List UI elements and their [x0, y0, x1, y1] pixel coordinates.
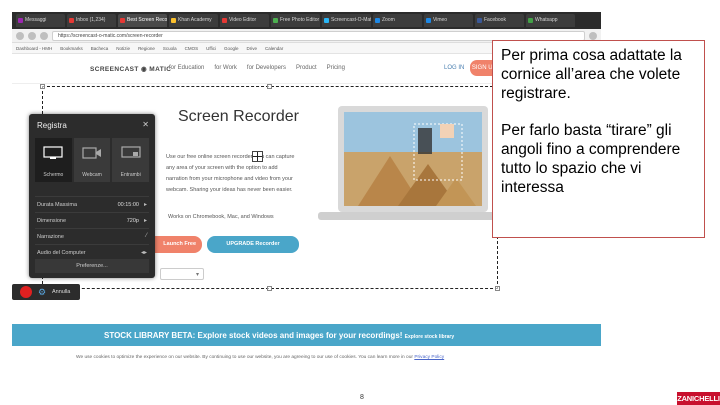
monitor-icon — [43, 146, 63, 159]
max-duration-label: Durata Massima — [37, 202, 78, 208]
webcam-icon — [82, 147, 101, 159]
recording-modes: Schermo Webcam Entrambi — [35, 138, 150, 182]
url-input[interactable]: https://screencast-o-matic.com/screen-re… — [52, 30, 585, 41]
slide: MessaggiInbox (1,234)Best Screen Recorde… — [0, 0, 720, 405]
stock-library-banner[interactable]: STOCK LIBRARY BETA: Explore stock videos… — [12, 324, 601, 346]
chevron-right-icon: ▸ — [143, 202, 147, 208]
mode-both-label: Entrambi — [120, 172, 141, 178]
bookmark-item[interactable]: Notizie — [116, 46, 130, 51]
browser-tab[interactable]: Inbox (1,234) — [67, 14, 116, 27]
instruction-step-1: Per prima cosa adattate la cornice all’a… — [501, 47, 682, 102]
bookmark-item[interactable]: Calendar — [265, 46, 283, 51]
recorder-panel: Registra ✕ Schermo Webcam Entrambi Durat… — [29, 114, 155, 278]
size-label: Dimensione — [37, 218, 67, 224]
frame-handle-bottom[interactable] — [267, 286, 272, 291]
mode-webcam-label: Webcam — [82, 172, 102, 178]
banner-text: STOCK LIBRARY BETA: Explore stock videos… — [104, 331, 454, 340]
site-nav-link[interactable]: for Education — [169, 65, 204, 71]
size-value: 720p — [126, 218, 139, 224]
narration-label: Narrazione — [37, 234, 64, 240]
narration-row[interactable]: Narrazione ⁄ — [35, 228, 149, 244]
frame-handle-br[interactable] — [495, 286, 500, 291]
bookmark-item[interactable]: CMOS — [185, 46, 199, 51]
browser-tab[interactable]: Khan Academy — [169, 14, 218, 27]
mode-webcam[interactable]: Webcam — [73, 138, 111, 182]
forward-icon[interactable] — [28, 31, 36, 40]
browser-tab[interactable]: Screencast-O-Matic — [322, 14, 371, 27]
recorder-title: Registra — [37, 121, 67, 130]
browser-tab[interactable]: Facebook — [475, 14, 524, 27]
bookmark-item[interactable]: Regione — [138, 46, 155, 51]
bookmark-item[interactable]: Google — [224, 46, 239, 51]
record-toolbar: ⚙ Annulla — [12, 284, 80, 300]
star-icon[interactable] — [589, 31, 597, 40]
banner-link[interactable]: Explore stock library — [405, 334, 454, 340]
browser-tab-bar: MessaggiInbox (1,234)Best Screen Recorde… — [12, 12, 601, 29]
preferences-button[interactable]: Preferenze... — [35, 259, 149, 273]
browser-tab[interactable]: Messaggi — [16, 14, 65, 27]
instruction-step-2: Per farlo basta “tirare” gli angoli fino… — [501, 122, 681, 196]
computer-audio-label: Audio del Computer — [37, 250, 86, 256]
bookmark-item[interactable]: Dashboard - HMH — [16, 46, 52, 51]
instruction-box: Per prima cosa adattate la cornice all’a… — [492, 40, 705, 238]
close-icon[interactable]: ✕ — [142, 120, 149, 129]
move-crosshair-icon[interactable] — [252, 151, 263, 162]
back-icon[interactable] — [16, 31, 24, 40]
reload-icon[interactable] — [40, 31, 48, 40]
browser-tab[interactable]: Zoom — [373, 14, 422, 27]
bookmark-item[interactable]: Bookmarks — [60, 46, 83, 51]
site-nav-link[interactable]: for Developers — [247, 65, 286, 71]
record-button[interactable] — [20, 286, 32, 298]
browser-tab[interactable]: Vimeo — [424, 14, 473, 27]
page-number: 8 — [360, 394, 364, 401]
gear-icon[interactable]: ⚙ — [38, 286, 46, 298]
chevron-right-icon: ▸ — [143, 218, 147, 224]
site-nav-link[interactable]: Pricing — [327, 65, 345, 71]
login-link[interactable]: LOG IN — [444, 65, 464, 71]
site-logo[interactable]: SCREENCAST ◉ MATIC — [90, 65, 171, 73]
browser-tab[interactable]: Best Screen Recorder — [118, 14, 167, 27]
microphone-icon: ⁄ — [145, 233, 147, 239]
cookie-text: We use cookies to optimize the experienc… — [76, 355, 413, 360]
bookmark-item[interactable]: Uffici — [206, 46, 216, 51]
bookmark-item[interactable]: Drive — [247, 46, 258, 51]
screen-and-webcam-icon — [121, 146, 141, 158]
site-nav-link[interactable]: for Work — [214, 65, 237, 71]
max-duration-row[interactable]: Durata Massima 00:15:00 ▸ — [35, 196, 149, 212]
bookmark-item[interactable]: Scuola — [163, 46, 177, 51]
frame-handle-tl[interactable] — [40, 84, 45, 89]
cancel-button[interactable]: Annulla — [52, 289, 70, 295]
browser-tab[interactable]: Whatsapp — [526, 14, 575, 27]
computer-audio-row[interactable]: Audio del Computer ◂▸ — [35, 244, 149, 260]
site-nav: for Education for Work for Developers Produ… — [169, 65, 345, 71]
mode-both[interactable]: Entrambi — [112, 138, 150, 182]
size-row[interactable]: Dimensione 720p ▸ — [35, 212, 149, 228]
cookie-notice: We use cookies to optimize the experienc… — [76, 355, 444, 360]
publisher-logo: ZANICHELLI — [677, 392, 720, 405]
browser-tab[interactable]: Free Photo Editor — [271, 14, 320, 27]
max-duration-value: 00:15:00 — [117, 202, 139, 208]
banner-main: STOCK LIBRARY BETA: Explore stock videos… — [104, 331, 403, 340]
speaker-icon: ◂▸ — [140, 250, 147, 256]
privacy-policy-link[interactable]: Privacy Policy — [414, 355, 444, 360]
mode-screen-label: Schermo — [43, 172, 64, 178]
site-nav-link[interactable]: Product — [296, 65, 317, 71]
bookmark-item[interactable]: Bacheca — [91, 46, 109, 51]
browser-tab[interactable]: Video Editor — [220, 14, 269, 27]
frame-handle-top[interactable] — [267, 84, 272, 89]
mode-screen[interactable]: Schermo — [35, 138, 72, 182]
